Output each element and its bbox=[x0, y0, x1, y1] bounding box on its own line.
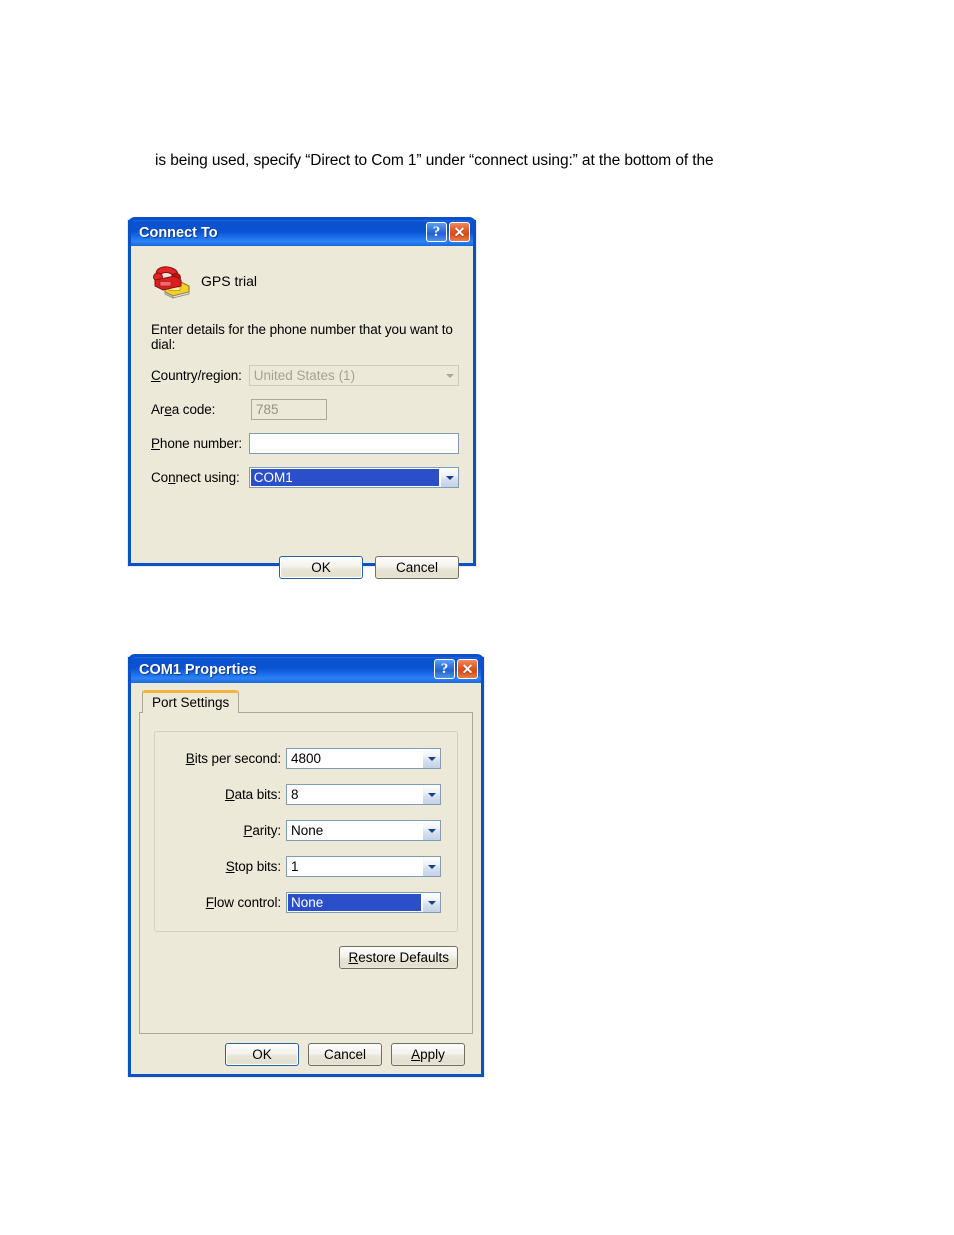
field-row-area-code: Area code: 785 bbox=[151, 399, 459, 420]
flow-control-combobox[interactable]: None bbox=[286, 892, 441, 913]
stop-bits-label: Stop bits: bbox=[225, 859, 281, 874]
area-code-input[interactable]: 785 bbox=[251, 399, 327, 420]
stop-bits-value: 1 bbox=[291, 859, 299, 874]
setting-row-stop-bits: Stop bits: 1 bbox=[163, 856, 441, 877]
connect-to-titlebar: Connect To ? ✕ bbox=[128, 217, 476, 246]
help-icon[interactable]: ? bbox=[434, 659, 455, 679]
close-icon[interactable]: ✕ bbox=[449, 222, 470, 242]
connection-identity: GPS trial bbox=[151, 262, 459, 300]
close-glyph: ✕ bbox=[461, 660, 474, 677]
connect-using-value: COM1 bbox=[250, 469, 439, 486]
bits-per-second-combobox[interactable]: 4800 bbox=[286, 748, 441, 769]
chevron-down-icon[interactable] bbox=[422, 857, 440, 876]
port-settings-groupbox: Bits per second: 4800 Data bits: 8 Parit… bbox=[154, 731, 458, 932]
flow-control-label: Flow control: bbox=[205, 895, 281, 910]
country-region-label: Country/region: bbox=[151, 368, 242, 383]
country-region-value: United States (1) bbox=[253, 368, 356, 383]
restore-defaults-row: Restore Defaults bbox=[154, 946, 458, 969]
close-glyph: ✕ bbox=[453, 223, 466, 240]
ok-button[interactable]: OK bbox=[279, 556, 363, 579]
com1-properties-body: Port Settings Bits per second: 4800 Data… bbox=[131, 683, 481, 1074]
parity-combobox[interactable]: None bbox=[286, 820, 441, 841]
area-code-value: 785 bbox=[256, 402, 279, 417]
chevron-down-icon[interactable] bbox=[422, 893, 440, 912]
cancel-button[interactable]: Cancel bbox=[375, 556, 459, 579]
chevron-down-icon[interactable] bbox=[422, 785, 440, 804]
com1-properties-titlebar: COM1 Properties ? ✕ bbox=[128, 654, 484, 683]
field-row-country-region: Country/region: United States (1) bbox=[151, 365, 459, 386]
connect-using-combobox[interactable]: COM1 bbox=[248, 467, 459, 488]
setting-row-parity: Parity: None bbox=[163, 820, 441, 841]
parity-value: None bbox=[291, 823, 324, 838]
tabpage-port-settings: Bits per second: 4800 Data bits: 8 Parit… bbox=[139, 712, 473, 1034]
caption-buttons: ? ✕ bbox=[426, 222, 470, 242]
com1-properties-title: COM1 Properties bbox=[139, 662, 257, 678]
data-bits-combobox[interactable]: 8 bbox=[286, 784, 441, 805]
bits-per-second-label: Bits per second: bbox=[185, 751, 281, 766]
chevron-down-icon[interactable] bbox=[440, 468, 458, 487]
chevron-down-icon[interactable] bbox=[422, 749, 440, 768]
connect-to-title: Connect To bbox=[139, 225, 218, 241]
connection-name: GPS trial bbox=[201, 273, 258, 289]
com1-properties-button-row: OK Cancel Apply bbox=[139, 1034, 473, 1066]
chevron-down-icon[interactable] bbox=[422, 821, 440, 840]
telephone-modem-icon bbox=[151, 262, 195, 300]
connect-using-label: Connect using: bbox=[151, 470, 240, 485]
stop-bits-combobox[interactable]: 1 bbox=[286, 856, 441, 877]
field-row-connect-using: Connect using: COM1 bbox=[151, 467, 459, 488]
restore-defaults-button[interactable]: Restore Defaults bbox=[339, 946, 458, 969]
chevron-down-icon[interactable] bbox=[440, 366, 458, 385]
cancel-button[interactable]: Cancel bbox=[308, 1043, 382, 1066]
close-icon[interactable]: ✕ bbox=[457, 659, 478, 679]
apply-button[interactable]: Apply bbox=[391, 1043, 465, 1066]
data-bits-value: 8 bbox=[291, 787, 299, 802]
document-paragraph: is being used, specify “Direct to Com 1”… bbox=[155, 152, 714, 169]
ok-button[interactable]: OK bbox=[225, 1043, 299, 1066]
setting-row-flow-control: Flow control: None bbox=[163, 892, 441, 913]
connect-to-body: GPS trial Enter details for the phone nu… bbox=[131, 262, 473, 605]
com1-properties-dialog: COM1 Properties ? ✕ Port Settings Bits p… bbox=[128, 654, 484, 1077]
area-code-label: Area code: bbox=[151, 402, 216, 417]
data-bits-label: Data bits: bbox=[224, 787, 281, 802]
dialog-prompt: Enter details for the phone number that … bbox=[151, 322, 453, 352]
parity-label: Parity: bbox=[243, 823, 281, 838]
flow-control-value: None bbox=[288, 894, 421, 911]
setting-row-data-bits: Data bits: 8 bbox=[163, 784, 441, 805]
help-icon[interactable]: ? bbox=[426, 222, 447, 242]
connect-to-dialog: Connect To ? ✕ GPS trial Enter details f… bbox=[128, 217, 476, 579]
bits-per-second-value: 4800 bbox=[291, 751, 322, 766]
phone-number-input[interactable] bbox=[248, 433, 459, 454]
country-region-combobox[interactable]: United States (1) bbox=[248, 365, 459, 386]
setting-row-bits-per-second: Bits per second: 4800 bbox=[163, 748, 441, 769]
field-row-phone-number: Phone number: bbox=[151, 433, 459, 454]
connect-to-button-row: OK Cancel bbox=[131, 556, 459, 579]
tab-port-settings[interactable]: Port Settings bbox=[142, 690, 240, 713]
phone-number-label: Phone number: bbox=[151, 436, 243, 451]
caption-buttons: ? ✕ bbox=[434, 659, 478, 679]
tabstrip: Port Settings bbox=[142, 690, 473, 713]
